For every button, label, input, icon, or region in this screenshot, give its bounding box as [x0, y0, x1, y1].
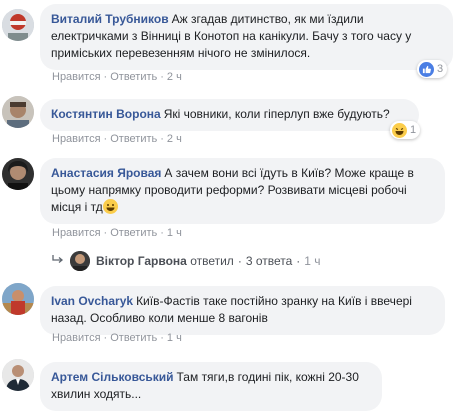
- comment-author[interactable]: Костянтин Ворона: [51, 107, 161, 121]
- comment-text: Які човники, коли гіперлуп вже будують?: [163, 107, 390, 121]
- reply-link[interactable]: Ответить: [110, 227, 157, 239]
- reply-link[interactable]: Ответить: [110, 332, 157, 344]
- separator: ·: [296, 254, 301, 268]
- avatar-photo-icon: [2, 283, 34, 315]
- separator: ·: [103, 227, 108, 239]
- reaction-summary[interactable]: 1: [390, 121, 421, 139]
- comment-bubble: Виталий Трубников Аж згадав дитинство, як…: [40, 4, 453, 70]
- replies-summary[interactable]: Віктор Гарвона ответил · 3 ответа · 1 ч: [52, 251, 321, 271]
- comment-author[interactable]: Артем Сільковський: [51, 370, 174, 384]
- comment-author[interactable]: Ivan Ovcharyk: [51, 294, 133, 308]
- reply-avatar: [70, 251, 90, 271]
- comment-time[interactable]: 2 ч: [167, 71, 182, 83]
- comment-actions: Нравится · Ответить · 1 ч: [52, 226, 182, 240]
- reply-count: 3 ответа: [245, 254, 293, 268]
- reaction-count: 3: [437, 63, 444, 75]
- avatar-photo-icon: [2, 158, 34, 190]
- comment-actions: Нравится · Ответить · 2 ч: [52, 70, 182, 84]
- avatar[interactable]: [2, 359, 34, 391]
- comment-author[interactable]: Виталий Трубников: [51, 12, 169, 26]
- avatar[interactable]: [2, 158, 34, 190]
- reply-time: 1 ч: [304, 254, 321, 268]
- reaction-summary[interactable]: 3: [417, 60, 448, 78]
- like-link[interactable]: Нравится: [52, 133, 101, 145]
- separator: ·: [160, 332, 164, 344]
- avatar[interactable]: [2, 96, 34, 128]
- comment-time[interactable]: 1 ч: [167, 332, 182, 344]
- avatar[interactable]: [2, 9, 34, 41]
- avatar[interactable]: [2, 283, 34, 315]
- comment-actions: Нравится · Ответить · 2 ч: [52, 132, 182, 146]
- comment-bubble: Артем Сільковський Там тяги,в годині пік,…: [40, 362, 382, 411]
- comment-bubble: Анастасия Яровая А зачем вони всі їдуть в…: [40, 158, 445, 224]
- avatar-photo-icon: [2, 9, 34, 41]
- comment-bubble: Ivan Ovcharyk Київ-Фастів таке постійно з…: [40, 286, 445, 335]
- reply-arrow-icon: [52, 254, 64, 268]
- reply-action: ответил: [190, 254, 234, 268]
- avatar-photo-icon: [2, 96, 34, 128]
- separator: ·: [103, 133, 108, 145]
- like-link[interactable]: Нравится: [52, 71, 101, 83]
- reply-author: Віктор Гарвона: [96, 254, 187, 268]
- haha-icon: [392, 122, 407, 138]
- separator: ·: [103, 332, 108, 344]
- separator: ·: [237, 254, 242, 268]
- comment-actions: Нравится · Ответить · 1 ч: [52, 331, 182, 345]
- like-icon: [419, 61, 434, 77]
- comment-time[interactable]: 1 ч: [167, 227, 182, 239]
- separator: ·: [160, 227, 164, 239]
- like-link[interactable]: Нравится: [52, 332, 101, 344]
- avatar-photo-icon: [2, 359, 34, 391]
- comment-author[interactable]: Анастасия Яровая: [51, 166, 161, 180]
- comment-bubble: Костянтин Ворона Які човники, коли гіперл…: [40, 99, 419, 131]
- separator: ·: [160, 133, 164, 145]
- reply-link[interactable]: Ответить: [110, 71, 157, 83]
- reply-link[interactable]: Ответить: [110, 133, 157, 145]
- like-link[interactable]: Нравится: [52, 227, 101, 239]
- separator: ·: [103, 71, 108, 83]
- separator: ·: [160, 71, 164, 83]
- comment-time[interactable]: 2 ч: [167, 133, 182, 145]
- reaction-count: 1: [410, 124, 417, 136]
- grinning-emoji-icon: [102, 199, 118, 214]
